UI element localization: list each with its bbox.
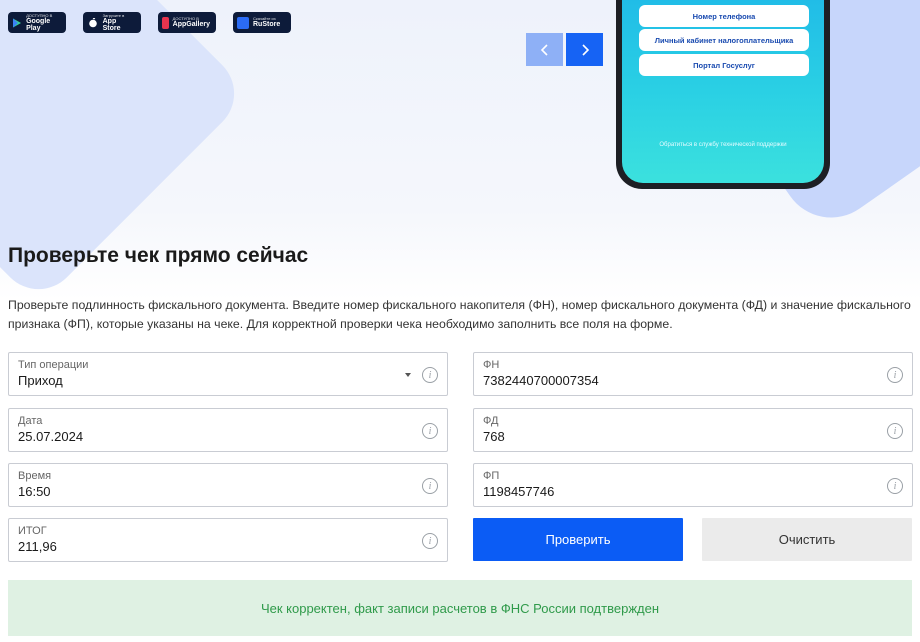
info-icon[interactable]: i (422, 533, 438, 549)
appgallery-icon (162, 16, 169, 29)
check-button[interactable]: Проверить (473, 518, 683, 561)
field-value: 25.07.2024 (18, 429, 84, 444)
phone-login-taxpayer-button: Личный кабинет налогоплательщика (639, 29, 809, 51)
fd-field[interactable]: ФД 768 i (473, 408, 913, 452)
info-icon[interactable]: i (422, 423, 438, 439)
page-title: Проверьте чек прямо сейчас (8, 244, 309, 267)
apple-icon (87, 17, 99, 29)
google-play-badge[interactable]: ДОСТУПНО В Google Play (8, 12, 66, 33)
phone-login-phone-button: Номер телефона (639, 5, 809, 27)
google-play-icon (12, 17, 22, 29)
phone-login-gosuslugi-button: Портал Госуслуг (639, 54, 809, 76)
appgallery-badge[interactable]: ДОСТУПНО В AppGallery (158, 12, 216, 33)
field-label: Дата (18, 415, 43, 427)
field-label: Время (18, 470, 52, 482)
badge-store-name: Google Play (26, 17, 51, 32)
chevron-left-icon (540, 43, 548, 56)
rustore-icon (237, 16, 249, 29)
caret-down-icon (405, 373, 411, 377)
info-icon[interactable]: i (422, 367, 438, 383)
badge-caption: ДОСТУПНО В (172, 16, 199, 21)
info-icon[interactable]: i (887, 423, 903, 439)
badge-store-name: AppGallery (172, 21, 210, 28)
field-value: 768 (483, 429, 505, 444)
field-label: ФН (483, 359, 500, 371)
field-value: Приход (18, 373, 63, 388)
app-store-badge[interactable]: Загрузите в App Store (83, 12, 141, 33)
badge-store-name: RuStore (253, 21, 281, 28)
phone-support-link: Обратиться в службу технической поддержк… (659, 142, 787, 148)
time-field[interactable]: Время 16:50 i (8, 463, 448, 507)
field-value: 16:50 (18, 484, 51, 499)
page-description: Проверьте подлинность фискального докуме… (8, 298, 911, 331)
slider-prev-button[interactable] (526, 33, 563, 66)
info-icon[interactable]: i (887, 478, 903, 494)
phone-screen: Номер телефона Личный кабинет налогоплат… (622, 0, 824, 183)
operation-type-select[interactable]: Тип операции Приход i (8, 352, 448, 396)
field-label: ИТОГ (18, 525, 47, 537)
field-label: ФД (483, 415, 499, 427)
phone-mockup: Номер телефона Личный кабинет налогоплат… (616, 0, 830, 189)
field-value: 7382440700007354 (483, 373, 599, 388)
info-icon[interactable]: i (422, 478, 438, 494)
date-field[interactable]: Дата 25.07.2024 i (8, 408, 448, 452)
field-label: ФП (483, 470, 500, 482)
field-label: Тип операции (18, 359, 89, 371)
fn-field[interactable]: ФН 7382440700007354 i (473, 352, 913, 396)
store-badges: ДОСТУПНО В Google Play Загрузите в App S… (8, 12, 291, 33)
field-value: 1198457746 (483, 484, 555, 499)
badge-caption: Загрузите в (102, 12, 125, 18)
total-field[interactable]: ИТОГ 211,96 i (8, 518, 448, 562)
fp-field[interactable]: ФП 1198457746 i (473, 463, 913, 507)
chevron-right-icon (581, 43, 589, 56)
badge-caption: Скачайте из (253, 16, 276, 21)
badge-caption: ДОСТУПНО В (26, 12, 53, 18)
rustore-badge[interactable]: Скачайте из RuStore (233, 12, 291, 33)
result-message: Чек корректен, факт записи расчетов в ФН… (8, 580, 912, 636)
slider-next-button[interactable] (566, 33, 603, 66)
badge-store-name: App Store (102, 17, 121, 32)
clear-button[interactable]: Очистить (702, 518, 912, 561)
field-value: 211,96 (18, 539, 57, 554)
info-icon[interactable]: i (887, 367, 903, 383)
